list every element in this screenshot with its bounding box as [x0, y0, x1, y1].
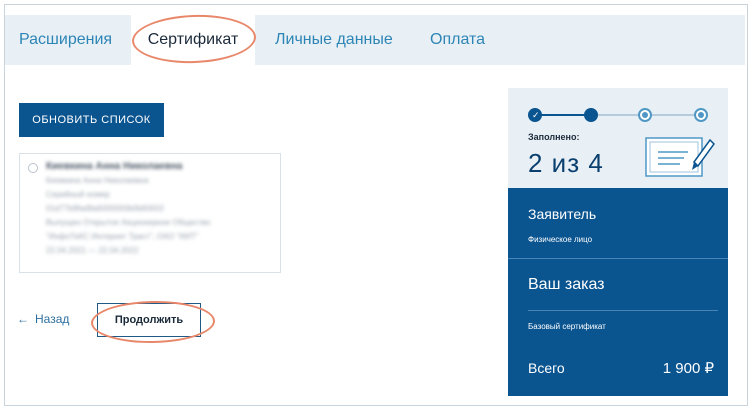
order-summary-panel: ✓ Заполнено: 2 из 4 Заявитель Физическое… — [508, 88, 728, 396]
certificate-validity: 22.04.2021 — 22.04.2022 — [46, 246, 139, 255]
step-3-pending — [638, 108, 652, 122]
step-4-pending — [694, 108, 708, 122]
step-1-complete: ✓ — [528, 108, 542, 122]
total-price: 1 900 ₽ — [662, 360, 714, 377]
order-title: Ваш заказ — [528, 276, 605, 293]
certificate-owner: Киевкина Анна Николаевна — [46, 161, 183, 172]
refresh-list-button[interactable]: ОБНОВИТЬ СПИСОК — [19, 103, 164, 137]
order-item: Базовый сертификат — [528, 322, 606, 331]
certificate-issuer-1: Выпущен Открытое Акционерное Общество — [46, 218, 211, 227]
arrow-left-icon: ← — [17, 312, 29, 326]
certificate-subject: Киевкина Анна Николаевна — [46, 176, 149, 185]
order-details: Заявитель Физическое лицо Ваш заказ Базо… — [508, 188, 728, 396]
check-icon: ✓ — [532, 110, 540, 120]
total-label: Всего — [528, 360, 565, 376]
progress-section: ✓ Заполнено: 2 из 4 — [508, 88, 728, 188]
divider — [508, 258, 728, 259]
tab-payment[interactable]: Оплата — [430, 15, 485, 65]
page-frame: Расширения Сертификат Личные данные Опла… — [4, 4, 748, 406]
back-link[interactable]: ← Назад — [17, 312, 69, 326]
certificate-option[interactable]: Киевкина Анна Николаевна Киевкина Анна Н… — [19, 153, 281, 273]
applicant-type: Физическое лицо — [528, 235, 593, 244]
step-2-current — [584, 108, 598, 122]
certificate-issuer-2: "ИнфоТеКС Интернет Траст", ОАО "ИИТ" — [46, 232, 199, 241]
certificate-serial: 01d77b9fad9a6000000b0b60002 — [46, 204, 164, 213]
continue-button[interactable]: Продолжить — [97, 303, 201, 337]
tab-bar: Расширения Сертификат Личные данные Опла… — [5, 12, 745, 67]
applicant-title: Заявитель — [528, 206, 597, 222]
progress-label: Заполнено: — [528, 132, 580, 142]
certificate-serial-label: Серийный номер — [46, 190, 110, 199]
divider — [528, 310, 718, 311]
back-label: Назад — [35, 312, 70, 326]
tab-extensions[interactable]: Расширения — [19, 15, 112, 65]
tab-personal-data[interactable]: Личные данные — [275, 15, 393, 65]
certificate-icon — [645, 137, 715, 177]
certificate-details: Киевкина Анна Николаевна Киевкина Анна Н… — [46, 160, 211, 258]
tab-certificate[interactable]: Сертификат — [131, 13, 255, 67]
progress-value: 2 из 4 — [528, 148, 604, 178]
progress-stepper: ✓ — [528, 108, 708, 122]
certificate-radio[interactable] — [28, 163, 38, 173]
